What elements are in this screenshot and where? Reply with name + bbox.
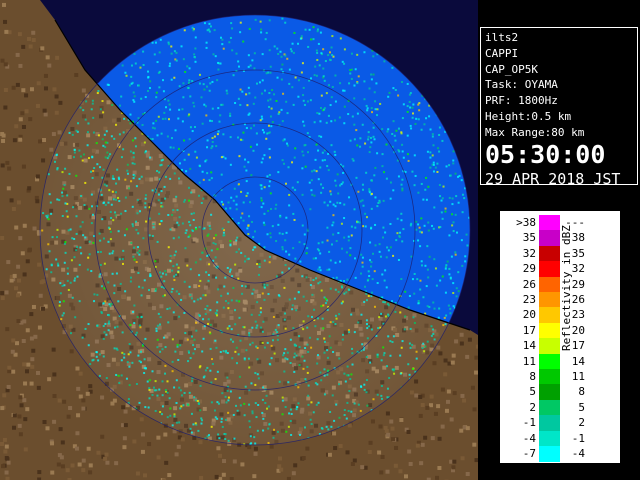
legend-low-value: 17	[522, 323, 536, 337]
legend-high-value: 5	[578, 400, 585, 414]
scan-info-panel: ilts2 CAPPI CAP_OP5K Task: OYAMA PRF: 18…	[480, 27, 638, 188]
legend-swatch	[539, 322, 560, 339]
legend-low-value: -4	[522, 431, 536, 445]
legend-swatch	[539, 399, 560, 416]
legend-low-value: 14	[522, 339, 536, 353]
radar-map	[0, 0, 478, 480]
legend-low-value: 20	[522, 308, 536, 322]
legend-high-value: -1	[571, 431, 585, 445]
legend-swatch	[539, 446, 560, 462]
legend-row: 8 11	[500, 369, 620, 385]
legend-swatch	[539, 276, 560, 293]
legend-unit-label: Reflectivity in dBZ	[560, 225, 573, 351]
legend-low-value: 5	[529, 385, 536, 399]
legend-low-value: 2	[529, 400, 536, 414]
radar-name: ilts2	[485, 31, 519, 44]
prf-value: PRF: 1800Hz	[485, 94, 558, 108]
legend-swatch	[539, 369, 560, 385]
legend-row: -4 -1	[500, 430, 620, 447]
legend-swatch	[539, 384, 560, 400]
legend-swatch	[539, 261, 560, 277]
legend-high-value: -4	[571, 447, 585, 460]
legend-low-value: 11	[522, 354, 536, 368]
legend-row: 58	[500, 384, 620, 400]
product-type: CAPPI	[485, 46, 519, 60]
legend-low-value: -7	[522, 447, 536, 460]
legend-swatch	[539, 215, 560, 231]
legend-low-value: >38	[516, 216, 536, 229]
legend-high-value: 2	[578, 416, 585, 430]
legend-row: 11 14	[500, 353, 620, 370]
legend-swatch	[539, 245, 560, 262]
scan-time: 05:30:00	[485, 139, 606, 169]
product-name: CAP_OP5K	[485, 62, 538, 76]
legend-swatch	[539, 338, 560, 354]
legend-swatch	[539, 230, 560, 246]
legend-low-value: 35	[522, 231, 536, 245]
legend-row: -7 -4	[500, 446, 620, 462]
legend-low-value: 23	[522, 293, 536, 306]
legend-low-value: 8	[529, 370, 536, 383]
legend-row: 25	[500, 399, 620, 416]
legend-high-value: 8	[578, 385, 585, 399]
legend-low-value: 26	[522, 277, 536, 291]
height-value: Height:0.5 km	[485, 109, 572, 123]
legend-swatch	[539, 353, 560, 370]
legend-high-value: 11	[571, 370, 585, 383]
legend-high-value: 14	[571, 354, 585, 368]
reflectivity-legend: >38 --- 35 38 32 35 29 32 26 29 23 26 20 23 17 20 14 17 11…	[500, 211, 620, 463]
legend-low-value: 29	[522, 262, 536, 276]
scan-date: 29 APR 2018 JST	[485, 169, 621, 188]
legend-swatch	[539, 307, 560, 323]
legend-swatch	[539, 415, 560, 431]
legend-low-value: -1	[522, 416, 536, 430]
legend-swatch	[539, 292, 560, 308]
max-range-value: Max Range:80 km	[485, 125, 585, 139]
legend-low-value: 32	[522, 246, 536, 260]
legend-row: -1 2	[500, 415, 620, 431]
legend-swatch	[539, 430, 560, 447]
task-name: Task: OYAMA	[485, 78, 558, 92]
